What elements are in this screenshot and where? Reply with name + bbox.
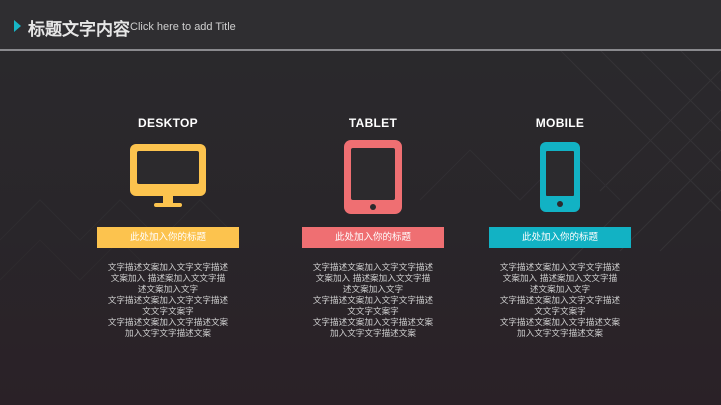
column-title[interactable]: DESKTOP: [97, 116, 239, 130]
page-subtitle[interactable]: Click here to add Title: [130, 21, 236, 33]
mobile-phone-icon: [489, 140, 631, 215]
page-title[interactable]: 标题文字内容: [28, 15, 130, 40]
column-description[interactable]: 文字描述文案加入文字文字描述 文案加入 描述案加入文文字描 述文案加入文字 文字…: [484, 263, 636, 340]
column-title[interactable]: TABLET: [302, 116, 444, 130]
column-description[interactable]: 文字描述文案加入文字文字描述 文案加入 描述案加入文文字描 述文案加入文字 文字…: [297, 263, 449, 340]
column-label[interactable]: 此处加入你的标题: [97, 227, 239, 248]
column-title[interactable]: MOBILE: [489, 116, 631, 130]
column-label[interactable]: 此处加入你的标题: [302, 227, 444, 248]
header-divider: [0, 49, 721, 51]
column-description[interactable]: 文字描述文案加入文字文字描述 文案加入 描述案加入文文字描 述文案加入文字 文字…: [92, 263, 244, 340]
tablet-icon: [302, 140, 444, 215]
column-label[interactable]: 此处加入你的标题: [489, 227, 631, 248]
desktop-monitor-icon: [97, 140, 239, 215]
header-bar: 标题文字内容 Click here to add Title: [0, 0, 721, 51]
header-arrow-icon: [14, 20, 21, 32]
